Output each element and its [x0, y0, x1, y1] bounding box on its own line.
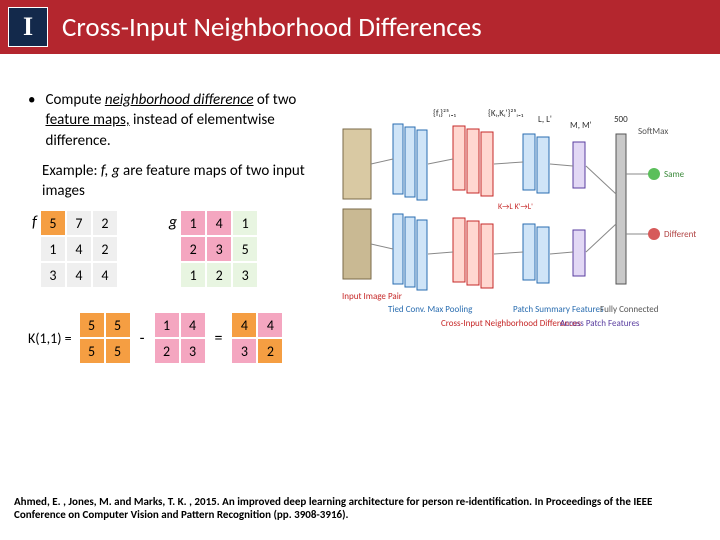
equals-op: =	[215, 329, 223, 348]
lbl-diff: Different	[664, 229, 696, 240]
cell: 5	[106, 313, 130, 337]
cell: 2	[258, 339, 282, 363]
cell: 3	[181, 339, 205, 363]
cell: 2	[181, 237, 205, 261]
cell: 3	[207, 237, 231, 261]
architecture-diagram: Input Image Pair Tied Conv. Max Pooling …	[338, 94, 698, 374]
cell: 5	[233, 237, 257, 261]
cell: 3	[233, 263, 257, 287]
citation-text: Ahmed, E. , Jones, M. and Marks, T. K. ,…	[14, 495, 706, 523]
eq-label: K(1,1) =	[28, 330, 72, 347]
t: f, g	[101, 162, 120, 180]
cell: 5	[80, 339, 104, 363]
cell: 4	[181, 313, 205, 337]
lbl-softmax: SoftMax	[638, 126, 668, 137]
lbl-input: Input Image Pair	[342, 291, 402, 302]
t: Compute	[45, 91, 104, 109]
lbl-same: Same	[664, 169, 685, 180]
cell: 1	[41, 237, 65, 261]
right-column: Input Image Pair Tied Conv. Max Pooling …	[328, 90, 712, 374]
matrix-f: 5 7 2 1 4 2 3 4 4	[41, 211, 117, 287]
matrix-f-wrap: f 5 7 2 1 4 2 3 4 4	[32, 211, 117, 287]
lbl-KL: K→L K'→L'	[498, 202, 533, 212]
lbl-MM: M, M'	[570, 120, 592, 131]
lbl-tied: Tied Conv. Max Pooling	[388, 304, 473, 315]
bullet-dot: •	[28, 90, 35, 151]
matrices-row: f 5 7 2 1 4 2 3 4 4 g 1 4 1	[32, 211, 328, 287]
matrix-f-label: f	[32, 213, 37, 232]
cell: 1	[181, 263, 205, 287]
lbl-K25: {Kᵢ,Kᵢ'}²⁵ᵢ₌₁	[488, 108, 524, 119]
slide-header: I Cross-Input Neighborhood Differences	[0, 0, 720, 54]
uiuc-logo: I	[8, 7, 48, 47]
t: Example:	[42, 162, 101, 180]
lbl-fc: Fully Connected	[600, 304, 659, 315]
matrix-g-wrap: g 1 4 1 2 3 5 1 2 3	[169, 211, 257, 287]
t: neighborhood difference	[105, 91, 254, 109]
lbl-500: 500	[614, 114, 628, 125]
cell: 4	[67, 263, 91, 287]
cell: 4	[93, 263, 117, 287]
matrix-g-label: g	[169, 213, 177, 232]
equation-row: K(1,1) = 5 5 5 5 - 1 4 2 3 = 4 4 3 2	[28, 313, 328, 363]
cell: 5	[41, 211, 65, 235]
lbl-patch: Patch Summary Features	[513, 304, 604, 315]
eq-c: 4 4 3 2	[232, 313, 282, 363]
eq-b: 1 4 2 3	[155, 313, 205, 363]
cell: 4	[207, 211, 231, 235]
t: feature maps,	[45, 111, 129, 129]
cell: 1	[155, 313, 179, 337]
bullet-text: Compute neighborhood difference of two f…	[45, 90, 328, 151]
lbl-f25: {fᵢ}²⁵ᵢ₌₁	[433, 108, 457, 119]
minus-op: -	[140, 329, 145, 348]
cell: 2	[93, 211, 117, 235]
cell: 1	[181, 211, 205, 235]
slide-title: Cross-Input Neighborhood Differences	[62, 11, 482, 44]
cell: 2	[93, 237, 117, 261]
cell: 5	[106, 339, 130, 363]
lbl-across: Across Patch Features	[560, 318, 640, 329]
eq-a: 5 5 5 5	[80, 313, 130, 363]
cell: 3	[232, 339, 256, 363]
cell: 1	[233, 211, 257, 235]
slide-body: • Compute neighborhood difference of two…	[0, 54, 720, 374]
cell: 7	[67, 211, 91, 235]
cell: 2	[155, 339, 179, 363]
cell: 2	[207, 263, 231, 287]
matrix-g: 1 4 1 2 3 5 1 2 3	[181, 211, 257, 287]
bullet-1: • Compute neighborhood difference of two…	[28, 90, 328, 151]
cell: 4	[232, 313, 256, 337]
t: of two	[254, 91, 297, 109]
example-text: Example: f, g are feature maps of two in…	[42, 161, 328, 202]
cell: 4	[67, 237, 91, 261]
left-column: • Compute neighborhood difference of two…	[28, 90, 328, 374]
lbl-LL: L, L'	[538, 114, 552, 125]
cell: 4	[258, 313, 282, 337]
cell: 5	[80, 313, 104, 337]
cell: 3	[41, 263, 65, 287]
